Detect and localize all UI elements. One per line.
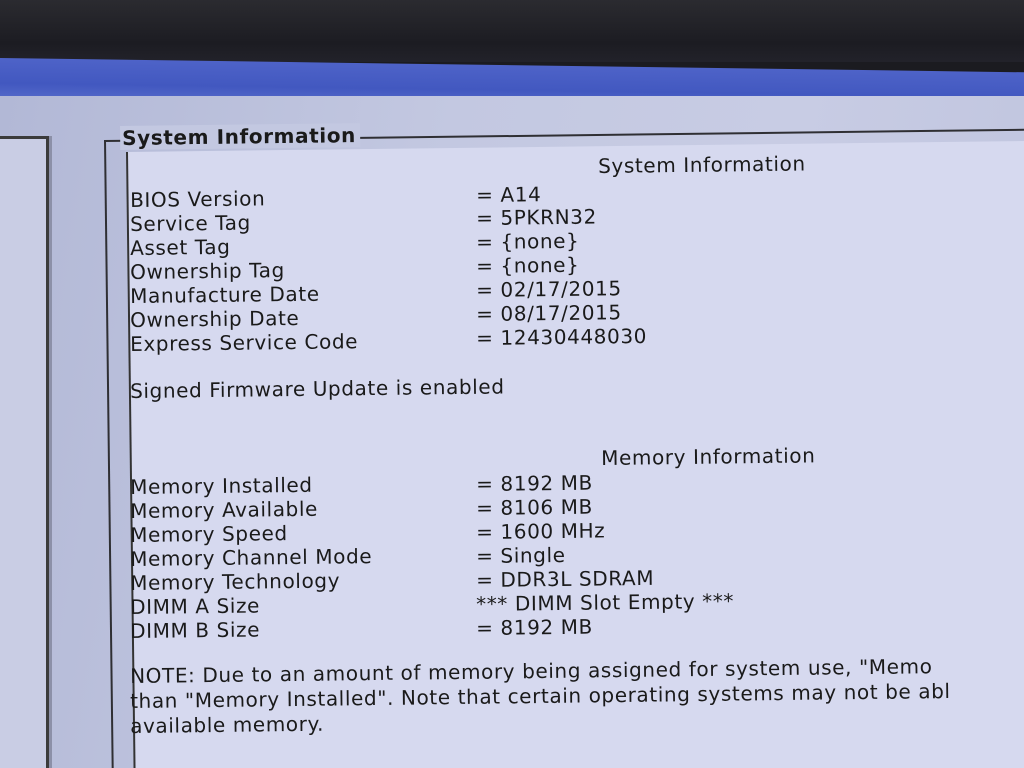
dimm-a-size-label: DIMM A Size: [130, 593, 261, 619]
memory-note-line-3: available memory.: [130, 711, 325, 738]
ownership-date-label: Ownership Date: [130, 305, 300, 332]
memory-channel-mode-value: = Single: [476, 542, 566, 568]
manufacture-date-value: = 02/17/2015: [476, 276, 622, 302]
service-tag-label: Service Tag: [130, 210, 252, 236]
bios-screen: System Information System Information BI…: [0, 0, 1024, 768]
memory-technology-label: Memory Technology: [130, 568, 341, 595]
memory-channel-mode-label: Memory Channel Mode: [130, 544, 373, 571]
settings-tree-panel[interactable]: [0, 136, 49, 768]
dimm-b-size-value: = 8192 MB: [476, 614, 594, 640]
system-info-heading: System Information: [598, 151, 806, 178]
asset-tag-value: = {none}: [476, 228, 580, 254]
ownership-date-value: = 08/17/2015: [476, 300, 622, 326]
service-tag-value: = 5PKRN32: [476, 204, 598, 230]
memory-installed-label: Memory Installed: [130, 472, 313, 499]
asset-tag-label: Asset Tag: [130, 234, 231, 260]
memory-technology-value: = DDR3L SDRAM: [476, 565, 655, 592]
memory-info-heading: Memory Information: [601, 443, 816, 470]
monitor-bezel: [0, 0, 1024, 62]
memory-speed-label: Memory Speed: [130, 521, 288, 547]
memory-installed-value: = 8192 MB: [476, 470, 594, 496]
memory-available-value: = 8106 MB: [476, 494, 594, 520]
ownership-tag-value: = {none}: [476, 252, 580, 278]
manufacture-date-label: Manufacture Date: [130, 281, 320, 308]
bios-version-label: BIOS Version: [130, 186, 266, 212]
bios-version-value: = A14: [476, 182, 542, 207]
dimm-b-size-label: DIMM B Size: [130, 617, 261, 643]
firmware-update-status: Signed Firmware Update is enabled: [130, 374, 505, 403]
memory-available-label: Memory Available: [130, 496, 319, 523]
ownership-tag-label: Ownership Tag: [130, 258, 285, 284]
memory-speed-value: = 1600 MHz: [476, 518, 606, 544]
dimm-a-size-value: *** DIMM Slot Empty ***: [476, 588, 735, 616]
express-service-code-label: Express Service Code: [130, 329, 359, 356]
express-service-code-value: = 12430448030: [476, 323, 648, 350]
group-title: System Information: [120, 123, 361, 150]
